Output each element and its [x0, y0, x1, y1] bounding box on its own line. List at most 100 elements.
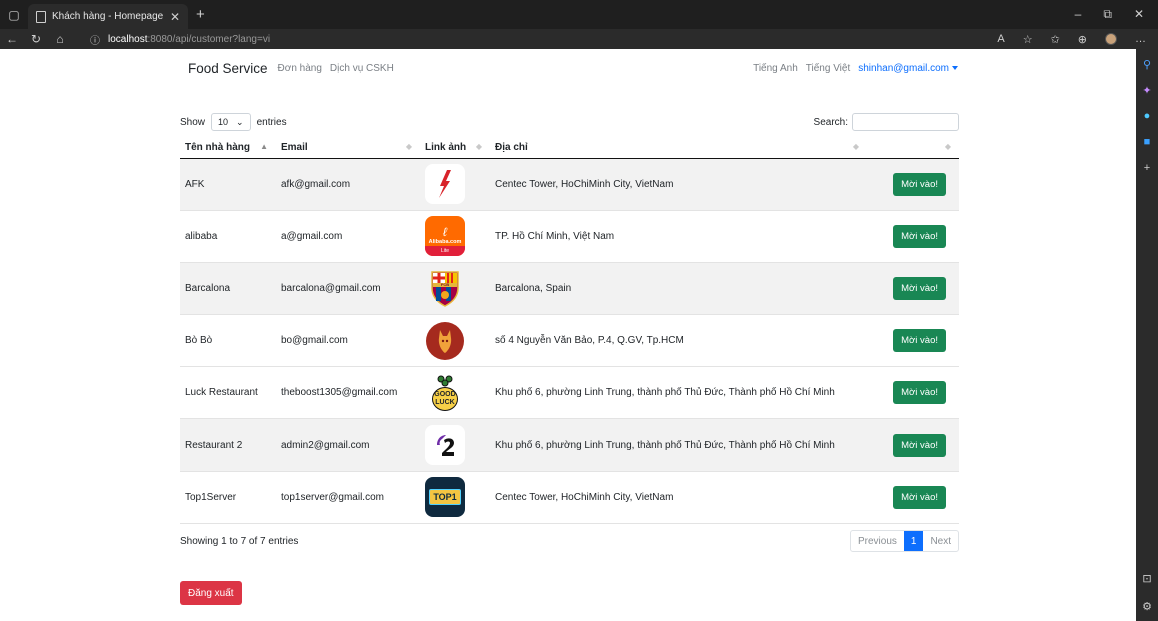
header-email[interactable]: Email ◆ [276, 137, 420, 159]
page-icon [36, 10, 46, 23]
barcelona-crest-text: FCB [440, 282, 450, 288]
goodluck-text-luck: LUCK [435, 398, 455, 406]
search-icon[interactable]: ⚲ [1140, 57, 1154, 71]
favorite-icon[interactable]: ☆ [1023, 33, 1033, 46]
window-controls: – ⧉ ✕ [1075, 7, 1158, 22]
top1-logo: TOP1 [425, 477, 465, 518]
table-header-row: Tên nhà hàng ▲ Email ◆ Link ảnh ◆ Địa chỉ ◆ … [180, 137, 959, 159]
table-row: alibaba a@gmail.com ℓ Alibaba.com Lite T… [180, 210, 959, 263]
datatable-controls: Show 10 ⌄ entries Search: [180, 112, 959, 132]
goodluck-text-good: GOOD [434, 390, 456, 398]
invite-button[interactable]: Mời vào! [893, 381, 946, 405]
copilot-icon[interactable]: ✦ [1140, 83, 1154, 97]
restaurant2-logo-graphic [437, 435, 454, 457]
header-image[interactable]: Link ảnh ◆ [420, 137, 490, 159]
bobo-logo-graphic [426, 321, 464, 360]
datatable-footer: Showing 1 to 7 of 7 entries Previous 1 N… [180, 530, 959, 552]
browser-sidebar: ⚲ ✦ ● ■ + ⊡ ⚙ [1136, 49, 1158, 621]
entries-label: entries [256, 116, 287, 128]
restore-icon[interactable]: ⧉ [1103, 7, 1112, 22]
search-label: Search: [813, 116, 848, 128]
lang-english-link[interactable]: Tiếng Anh [753, 63, 798, 74]
sort-icon: ◆ [475, 142, 482, 151]
user-dropdown[interactable]: shinhan@gmail.com [858, 63, 958, 74]
header-name[interactable]: Tên nhà hàng ▲ [180, 137, 276, 159]
minimize-icon[interactable]: – [1075, 7, 1082, 22]
customers-table: Tên nhà hàng ▲ Email ◆ Link ảnh ◆ Địa chỉ ◆ … [180, 137, 959, 524]
pagination-next[interactable]: Next [923, 531, 958, 551]
afk-logo-graphic [439, 170, 451, 199]
table-row: Restaurant 2 admin2@gmail.com Khu phố 6,… [180, 418, 959, 472]
show-label: Show [180, 116, 206, 128]
cell-address: số 4 Nguyễn Văn Bảo, P.4, Q.GV, Tp.HCM [490, 314, 867, 368]
sort-icon: ◆ [405, 142, 412, 151]
invite-button[interactable]: Mời vào! [893, 172, 946, 196]
cell-address: Khu phố 6, phường Linh Trung, thành phố … [490, 366, 867, 420]
afk-logo [425, 164, 465, 205]
browser-tab-bar: ▢ Khách hàng - Homepage ✕ + – ⧉ ✕ [0, 0, 1158, 29]
tab-actions-icon[interactable]: ▢ [0, 0, 28, 29]
invite-button[interactable]: Mời vào! [893, 433, 946, 457]
pagination-page-1[interactable]: 1 [903, 531, 924, 551]
header-action[interactable]: ◆ [867, 137, 959, 159]
cell-address: Barcalona, Spain [490, 262, 867, 316]
collections-icon[interactable]: ⊕ [1078, 33, 1087, 46]
restaurant2-logo [425, 425, 465, 466]
cell-name: Bò Bò [180, 314, 276, 368]
profile-avatar[interactable] [1105, 33, 1117, 45]
table-info: Showing 1 to 7 of 7 entries [180, 535, 299, 547]
invite-button[interactable]: Mời vào! [893, 485, 946, 509]
url-input[interactable]: ⓘ localhost:8080/api/customer?lang=vi [82, 30, 982, 48]
chevron-down-icon: ⌄ [236, 116, 244, 127]
browser-tab[interactable]: Khách hàng - Homepage ✕ [28, 4, 188, 29]
url-path: :8080/api/customer?lang=vi [147, 33, 271, 45]
more-icon[interactable]: … [1135, 33, 1146, 45]
close-tab-icon[interactable]: ✕ [170, 10, 180, 24]
clover-icon [437, 375, 453, 387]
cell-email: a@gmail.com [276, 210, 420, 263]
favorites-icon[interactable]: ✩ [1051, 33, 1060, 46]
top1-text: TOP1 [429, 489, 461, 506]
header-address[interactable]: Địa chỉ ◆ [490, 137, 867, 159]
sort-icon: ◆ [852, 142, 859, 151]
invite-button[interactable]: Mời vào! [893, 224, 946, 248]
lang-vietnamese-link[interactable]: Tiếng Việt [806, 63, 850, 74]
logout-button[interactable]: Đăng xuất [180, 581, 242, 605]
goodluck-logo: GOOD LUCK [425, 373, 465, 413]
entries-length-value: 10 [218, 117, 229, 127]
nav-link-support[interactable]: Dịch vụ CSKH [330, 63, 394, 74]
games-icon[interactable]: ● [1140, 109, 1154, 123]
brand-link[interactable]: Food Service [188, 61, 268, 76]
read-aloud-icon[interactable]: A [997, 33, 1004, 45]
caret-down-icon [952, 65, 958, 70]
invite-button[interactable]: Mời vào! [893, 276, 946, 300]
nav-link-orders[interactable]: Đơn hàng [278, 63, 322, 74]
toolbar-right: A ☆ ✩ ⊕ … [997, 33, 1158, 46]
sidebar-toggle-icon[interactable]: ⊡ [1140, 571, 1154, 585]
user-email: shinhan@gmail.com [858, 62, 949, 74]
cell-email: theboost1305@gmail.com [276, 366, 420, 420]
cell-email: barcalona@gmail.com [276, 262, 420, 316]
sort-asc-icon: ▲ [260, 142, 268, 151]
tab-title: Khách hàng - Homepage [52, 11, 164, 22]
close-window-icon[interactable]: ✕ [1134, 7, 1144, 22]
settings-icon[interactable]: ⚙ [1140, 599, 1154, 613]
outlook-icon[interactable]: ■ [1140, 135, 1154, 149]
back-icon[interactable]: ← [0, 32, 24, 46]
home-icon[interactable]: ⌂ [48, 32, 72, 46]
table-row: Top1Server top1server@gmail.com TOP1 Cen… [180, 471, 959, 524]
search-input[interactable] [852, 113, 959, 131]
cell-name: alibaba [180, 210, 276, 263]
cell-name: Top1Server [180, 471, 276, 524]
cell-address: Khu phố 6, phường Linh Trung, thành phố … [490, 418, 867, 472]
info-icon[interactable]: ⓘ [90, 32, 100, 47]
invite-button[interactable]: Mời vào! [893, 329, 946, 353]
entries-length-select[interactable]: 10 ⌄ [211, 113, 251, 131]
sort-icon: ◆ [944, 142, 951, 151]
refresh-icon[interactable]: ↻ [24, 32, 48, 46]
new-tab-icon[interactable]: + [196, 6, 205, 23]
cell-email: afk@gmail.com [276, 158, 420, 211]
barcelona-crest-graphic [431, 271, 459, 308]
add-icon[interactable]: + [1140, 161, 1154, 175]
pagination-previous[interactable]: Previous [851, 531, 904, 551]
